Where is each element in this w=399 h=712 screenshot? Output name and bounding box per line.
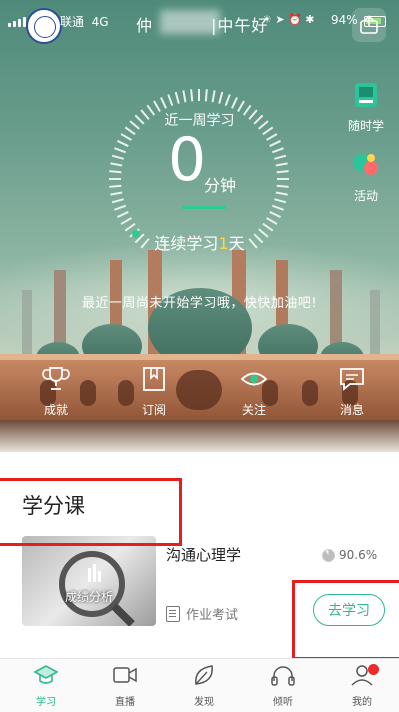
book-icon [355,83,377,107]
following-button[interactable]: 关注 [224,366,284,418]
study-minutes: 0 [168,125,207,195]
dial-tick [274,198,287,204]
achievements-button[interactable]: 成就 [26,366,86,418]
study-streak: 连续学习1天 [154,234,245,253]
shortcut-activity[interactable]: 活动 [342,150,390,204]
dial-tick [117,140,129,147]
streak-days: 1 [218,234,229,253]
tab-study[interactable]: 学习 [16,663,76,708]
school-logo [26,8,62,44]
dial-tick [276,170,289,174]
graduation-cap-icon [33,665,59,684]
tab-me[interactable]: 我的 [332,663,392,708]
signal-strength-icon [8,17,26,27]
carrier-label: 联通 4G [60,15,109,29]
dial-tick [224,94,231,107]
highlight-box-button [292,580,399,660]
dial-tick [271,147,284,154]
course-thumbnail[interactable]: 成绩分析 [22,536,156,626]
dial-tick [275,162,288,167]
study-minutes-unit: 分钟 [204,176,237,195]
activity-icon [353,154,378,175]
dial-tick [271,204,284,211]
course-cover-image [59,551,135,626]
dial-tick [266,217,278,225]
course-name[interactable]: 沟通心理学 [166,544,241,565]
app-screen: 联通 4G 仲|中午好 ☀ ➤ ⏰ ✱ 94% 近一周学习 0 分钟 连续学 [0,0,399,712]
dial-tick [110,191,123,196]
dial-tick [160,97,167,109]
dial-tick [109,170,122,174]
homework-exam-link[interactable]: 作业考试 [166,604,238,623]
dial-tick [269,211,281,218]
subscriptions-button[interactable]: 订阅 [124,366,184,418]
progress-pie-icon [322,548,335,562]
dial-tick [231,97,238,109]
status-bar: 联通 4G 仲|中午好 ☀ ➤ ⏰ ✱ 94% [0,0,399,44]
course-progress: 90.6% [322,548,377,562]
shortcut-study-anytime[interactable]: 随时学 [342,80,390,134]
highlight-box-section [0,478,182,546]
tab-discover[interactable]: 发现 [174,663,234,708]
tab-listen[interactable]: 倾听 [253,663,313,708]
dial-tick [167,94,174,107]
dial-tick [120,217,132,225]
dial-tick [204,89,208,102]
dial-tick [174,91,180,104]
dial-underline [182,206,226,209]
dial-tick [218,91,224,104]
dial-tick [114,147,127,154]
hero-banner: 联通 4G 仲|中午好 ☀ ➤ ⏰ ✱ 94% 近一周学习 0 分钟 连续学 [0,0,399,452]
bottom-tab-bar: 学习 直播 发现 倾听 我的 [0,658,399,712]
tab-live[interactable]: 直播 [95,663,155,708]
course-thumb-caption: 成绩分析 [64,590,113,604]
share-button[interactable] [352,8,386,42]
motivation-text: 最近一周尚未开始学习哦，快快加油吧! [81,296,318,311]
system-icons: ☀ ➤ ⏰ ✱ [262,13,315,26]
dial-tick [111,198,124,204]
dial-tick [182,90,187,103]
message-icon [340,368,364,391]
notification-dot [368,664,379,675]
dial-tick [109,184,122,188]
dial-tick [120,133,132,141]
video-camera-icon [113,667,137,683]
dial-tick [274,154,287,160]
eye-icon [240,372,268,386]
bookmark-icon [143,367,165,391]
dial-tick [266,133,278,141]
dial-tick [190,89,194,102]
redacted-name [160,10,220,34]
leaf-icon [195,665,213,685]
dial-tick [117,211,129,218]
dial-tick [269,140,281,147]
dial-tick [276,184,289,188]
dial-tick [110,162,123,167]
dial-tick [111,154,124,160]
dial-tick [114,204,127,211]
dial-tick [275,191,288,196]
quick-actions: 成就 订阅 关注 消息 [0,366,399,426]
document-icon [166,605,180,622]
trophy-icon [42,367,70,390]
headphones-icon [271,666,295,686]
share-icon [360,15,378,34]
dial-tick [211,90,216,103]
messages-button[interactable]: 消息 [322,366,382,418]
